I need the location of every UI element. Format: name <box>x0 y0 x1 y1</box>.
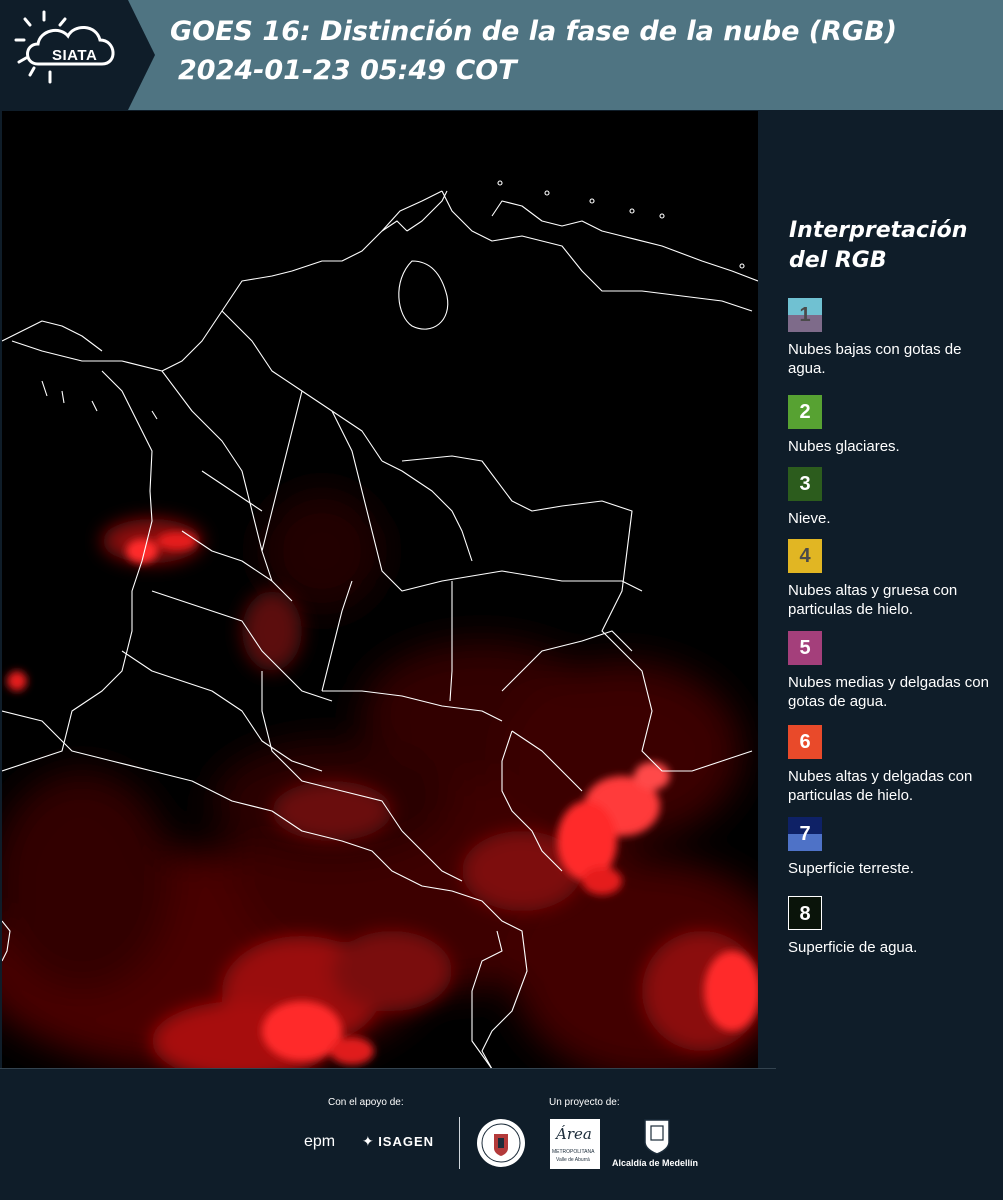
legend-swatch-8: 8 <box>788 896 822 930</box>
legend-heading: Interpretación del RGB <box>789 216 989 276</box>
project-label: Un proyecto de: <box>549 1097 620 1108</box>
legend-swatch-1: 1 <box>788 298 822 332</box>
area-logo-sub2: Valle de Aburrá <box>556 1157 590 1163</box>
legend-swatch-7: 7 <box>788 817 822 851</box>
legend-swatch-2: 2 <box>788 395 822 429</box>
alcaldia-logo-text[interactable]: Alcaldía de Medellín <box>612 1158 698 1168</box>
legend-number: 4 <box>799 545 811 567</box>
legend-number: 8 <box>799 903 811 925</box>
legend-number: 1 <box>799 304 811 326</box>
legend-label: Nubes glaciares. <box>788 438 900 455</box>
legend-number: 2 <box>799 401 811 423</box>
legend-panel: Interpretación del RGB 1 Nubes bajas con … <box>760 111 1003 1069</box>
legend-item-6: 6 Nubes altas y delgadas con particulas d… <box>788 725 998 805</box>
legend-label: Nubes medias y delgadas con gotas de agu… <box>788 674 989 710</box>
header-bar: SIATA GOES 16: Distinción de la fase de … <box>0 0 1003 110</box>
legend-label: Nubes altas y gruesa con particulas de h… <box>788 582 958 618</box>
page-timestamp: 2024-01-23 05:49 COT <box>178 55 517 86</box>
legend-label: Superficie terreste. <box>788 860 914 877</box>
legend-swatch-4: 4 <box>788 539 822 573</box>
legend-swatch-5: 5 <box>788 631 822 665</box>
support-label: Con el apoyo de: <box>328 1097 404 1108</box>
legend-number: 3 <box>799 473 811 495</box>
legend-heading-line2: del RGB <box>789 248 887 273</box>
sponsor-divider <box>459 1117 460 1169</box>
satellite-map[interactable] <box>2 111 758 1069</box>
area-logo-text: Área <box>556 1125 592 1143</box>
legend-item-7: 7 Superficie terreste. <box>788 817 998 878</box>
legend-heading-line1: Interpretación <box>789 218 968 243</box>
legend-number: 7 <box>799 823 811 845</box>
legend-label: Nubes bajas con gotas de agua. <box>788 341 962 377</box>
legend-label: Nubes altas y delgadas con particulas de… <box>788 768 973 804</box>
alcaldia-shield-icon <box>642 1118 672 1156</box>
legend-item-2: 2 Nubes glaciares. <box>788 395 998 456</box>
legend-item-8: 8 Superficie de agua. <box>788 896 998 957</box>
legend-swatch-3: 3 <box>788 467 822 501</box>
area-metropolitana-logo[interactable]: Área METROPOLITANA Valle de Aburrá <box>550 1119 600 1169</box>
isagen-logo-text: ISAGEN <box>378 1134 435 1149</box>
isagen-logo[interactable]: ✦ ISAGEN <box>362 1133 434 1151</box>
legend-item-5: 5 Nubes medias y delgadas con gotas de ag… <box>788 631 998 711</box>
isagen-icon: ✦ <box>362 1133 374 1149</box>
seal-logo[interactable] <box>476 1118 526 1168</box>
siata-logo[interactable]: SIATA <box>0 0 155 110</box>
legend-label: Nieve. <box>788 510 831 527</box>
legend-item-1: 1 Nubes bajas con gotas de agua. <box>788 298 998 378</box>
legend-item-4: 4 Nubes altas y gruesa con particulas de … <box>788 539 998 619</box>
legend-number: 6 <box>799 731 811 753</box>
legend-label: Superficie de agua. <box>788 939 918 956</box>
legend-item-3: 3 Nieve. <box>788 467 998 528</box>
siata-logo-text: SIATA <box>52 47 98 64</box>
legend-number: 5 <box>799 637 811 659</box>
epm-logo[interactable]: epm <box>304 1133 335 1151</box>
page-title: GOES 16: Distinción de la fase de la nub… <box>170 16 897 47</box>
area-logo-sub1: METROPOLITANA <box>552 1149 595 1155</box>
legend-swatch-6: 6 <box>788 725 822 759</box>
footer-divider <box>0 1068 776 1069</box>
